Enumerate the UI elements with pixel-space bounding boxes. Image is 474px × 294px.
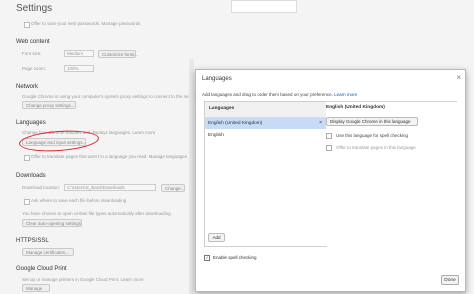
network-heading: Network bbox=[16, 84, 39, 90]
download-location-label: Download location: bbox=[22, 185, 61, 190]
language-row-english[interactable]: English bbox=[205, 130, 326, 141]
languages-dialog: Languages × Add languages and drag to or… bbox=[195, 69, 466, 292]
download-location-field[interactable]: C:\Users\S_Bass\Downloads bbox=[64, 184, 156, 191]
page-zoom-label: Page zoom: bbox=[22, 66, 47, 71]
learn-more-link[interactable]: Learn more bbox=[334, 92, 357, 97]
ask-save-label: Ask where to save each file before downl… bbox=[31, 198, 127, 203]
customize-fonts-button[interactable]: Customize fonts... bbox=[98, 50, 138, 58]
clear-auto-open-button[interactable]: Clear auto-opening settings bbox=[22, 219, 82, 227]
enable-spell-checking-label: Enable spell checking bbox=[213, 255, 257, 261]
change-proxy-button[interactable]: Change proxy settings... bbox=[22, 101, 76, 109]
cloud-print-heading: Google Cloud Print bbox=[16, 266, 67, 272]
network-description: Google Chrome is using your computer's s… bbox=[22, 94, 201, 99]
enable-spell-checking-option[interactable]: ✓ Enable spell checking bbox=[204, 255, 257, 261]
translate-language-label: Offer to translate pages in this languag… bbox=[336, 145, 416, 151]
https-heading: HTTPS/SSL bbox=[16, 238, 49, 244]
done-button[interactable]: Done bbox=[441, 275, 459, 285]
dialog-description: Add languages and drag to order them bas… bbox=[202, 92, 357, 97]
font-size-select[interactable]: Medium bbox=[64, 50, 94, 57]
language-row-english-uk[interactable]: English (United Kingdom) × bbox=[205, 118, 326, 129]
translate-language-checkbox[interactable] bbox=[326, 145, 332, 151]
font-size-label: Font size: bbox=[22, 51, 42, 56]
display-chrome-language-button[interactable]: Display Google Chrome in this language bbox=[326, 117, 418, 126]
language-list: Languages English (United Kingdom) × Eng… bbox=[204, 101, 327, 247]
page-zoom-select[interactable]: 100% bbox=[64, 65, 94, 72]
close-icon[interactable]: × bbox=[456, 73, 461, 82]
spell-check-language-option[interactable]: Use this language for spell checking bbox=[326, 133, 408, 139]
cloud-print-description: Set up or manage printers in Google Clou… bbox=[22, 277, 144, 282]
dialog-description-text: Add languages and drag to order them bas… bbox=[202, 92, 333, 97]
settings-title: Settings bbox=[16, 3, 53, 14]
offer-translate-label: Offer to translate pages that aren't in … bbox=[31, 154, 187, 159]
detail-language-title: English (United Kingdom) bbox=[326, 105, 385, 110]
spell-check-language-label: Use this language for spell checking bbox=[336, 133, 409, 139]
language-list-header-label: Languages bbox=[209, 106, 235, 111]
spell-check-language-checkbox[interactable] bbox=[326, 133, 332, 139]
search-settings-input[interactable] bbox=[231, 0, 297, 13]
cloud-print-manage-button[interactable]: Manage bbox=[22, 284, 50, 292]
manage-certificates-button[interactable]: Manage certificates... bbox=[22, 248, 74, 256]
language-list-header: Languages bbox=[205, 102, 326, 118]
remove-language-icon[interactable]: × bbox=[319, 118, 322, 129]
downloads-heading: Downloads bbox=[16, 173, 46, 179]
languages-heading: Languages bbox=[16, 120, 46, 126]
dialog-title: Languages bbox=[202, 76, 232, 82]
language-row-label: English (United Kingdom) bbox=[208, 121, 263, 126]
translate-language-option[interactable]: Offer to translate pages in this languag… bbox=[326, 145, 416, 151]
enable-spell-checking-checkbox[interactable]: ✓ bbox=[204, 255, 210, 261]
language-row-label: English bbox=[208, 133, 224, 138]
save-passwords-label: Offer to save your web passwords. Manage… bbox=[31, 21, 141, 26]
auto-open-text: You have chosen to open certain file typ… bbox=[22, 211, 172, 216]
add-language-button[interactable]: Add bbox=[208, 233, 225, 242]
save-passwords-checkbox[interactable] bbox=[24, 22, 30, 28]
language-detail-panel: English (United Kingdom) Display Google … bbox=[326, 101, 457, 246]
ask-save-checkbox[interactable] bbox=[24, 199, 30, 205]
change-download-button[interactable]: Change... bbox=[161, 184, 185, 192]
offer-translate-checkbox[interactable] bbox=[24, 155, 30, 161]
settings-scrollbar[interactable] bbox=[189, 59, 194, 294]
web-content-heading: Web content bbox=[16, 39, 50, 45]
